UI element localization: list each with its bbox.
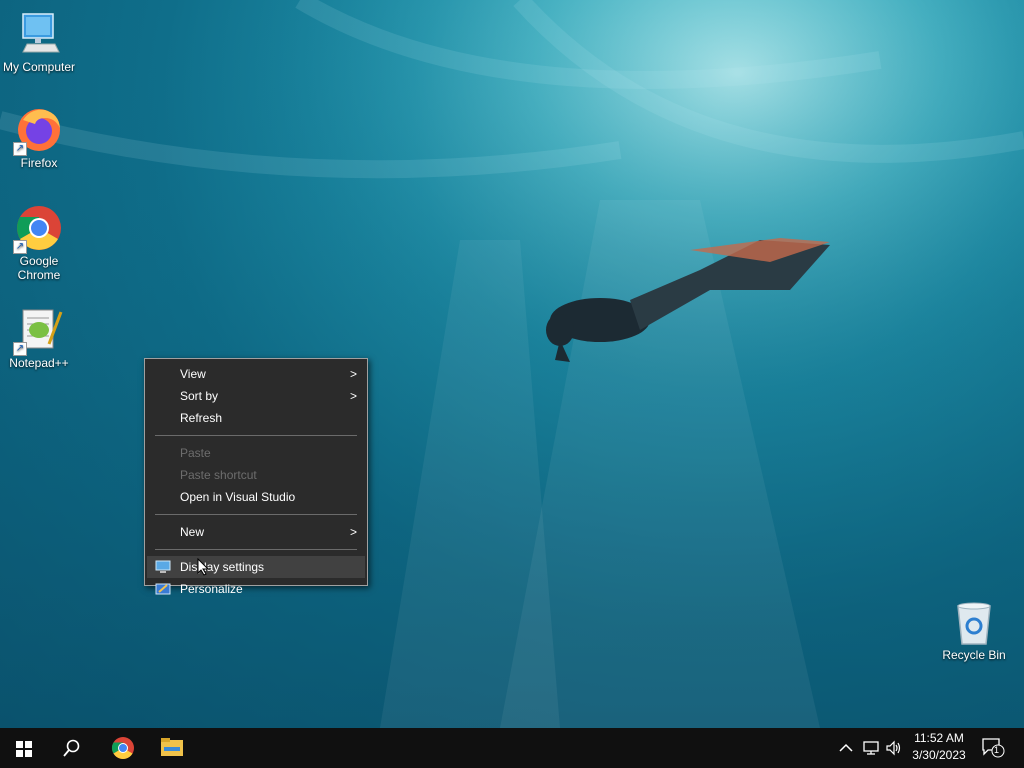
volume-button[interactable] (885, 739, 903, 757)
chevron-right-icon: > (349, 367, 357, 381)
search-button[interactable] (48, 728, 96, 768)
menu-item-label: Sort by (180, 389, 219, 403)
desktop-icon-google-chrome[interactable]: ↗ Google Chrome (1, 204, 77, 282)
notification-count: 1 (994, 745, 1000, 755)
network-button[interactable] (862, 739, 880, 757)
taskbar-clock[interactable]: 11:52 AM 3/30/2023 (906, 730, 972, 764)
taskbar-chrome-button[interactable] (98, 728, 146, 768)
desktop-context-menu: View > Sort by > Refresh Paste Paste sho… (144, 358, 368, 596)
personalize-icon (155, 583, 171, 595)
chrome-icon: ↗ (13, 204, 63, 254)
menu-separator (155, 514, 357, 515)
chevron-right-icon: > (349, 525, 357, 539)
menu-item-paste-shortcut[interactable]: Paste shortcut (147, 464, 365, 486)
desktop-icon-notepadpp[interactable]: ↗ Notepad++ (1, 306, 77, 370)
chrome-icon (112, 737, 134, 759)
file-explorer-icon (161, 738, 183, 756)
menu-item-label: Personalize (180, 582, 243, 596)
desktop-icon-label: Google Chrome (17, 254, 61, 282)
menu-item-view[interactable]: View > (147, 363, 365, 385)
menu-item-label: Refresh (180, 411, 223, 425)
action-center-button[interactable]: 1 (980, 736, 1006, 760)
menu-item-refresh[interactable]: Refresh (147, 407, 365, 429)
menu-item-label: Open in Visual Studio (180, 490, 296, 504)
computer-icon (15, 10, 63, 58)
clock-time: 11:52 AM (914, 731, 964, 745)
menu-item-sort-by[interactable]: Sort by > (147, 385, 365, 407)
desktop-icon-my-computer[interactable]: My Computer (1, 10, 77, 74)
notification-icon (982, 738, 1005, 758)
menu-separator (155, 549, 357, 550)
menu-item-open-in-visual-studio[interactable]: Open in Visual Studio (147, 486, 365, 508)
chevron-right-icon: > (349, 389, 357, 403)
taskbar-file-explorer-button[interactable] (148, 728, 196, 768)
menu-separator (155, 435, 357, 436)
menu-item-label: Paste (180, 446, 211, 460)
clock-date: 3/30/2023 (912, 748, 966, 762)
show-hidden-icons-button[interactable] (838, 739, 854, 757)
shortcut-arrow-icon: ↗ (13, 240, 27, 254)
recycle-bin-icon (954, 602, 994, 646)
volume-icon (886, 740, 901, 756)
notepadpp-icon: ↗ (13, 306, 63, 356)
menu-item-label: Paste shortcut (180, 468, 257, 482)
menu-item-personalize[interactable]: Personalize (147, 578, 365, 600)
taskbar: 11:52 AM 3/30/2023 1 (0, 728, 1024, 768)
desktop-icon-label: Recycle Bin (942, 648, 1006, 662)
menu-item-label: View (180, 367, 206, 381)
network-icon (863, 741, 879, 755)
shortcut-arrow-icon: ↗ (13, 342, 27, 356)
start-button[interactable] (0, 728, 48, 768)
desktop-icon-label: Firefox (20, 156, 58, 170)
menu-item-label: Display settings (180, 560, 265, 574)
search-icon (63, 739, 80, 757)
menu-item-label: New (180, 525, 205, 539)
mouse-cursor-icon (197, 558, 209, 576)
chevron-up-icon (839, 743, 853, 752)
desktop-icon-recycle-bin[interactable]: Recycle Bin (936, 602, 1012, 662)
menu-item-paste[interactable]: Paste (147, 442, 365, 464)
desktop-icon-label: Notepad++ (9, 356, 69, 370)
desktop-icon-label: My Computer (2, 60, 76, 74)
display-settings-icon (155, 560, 171, 573)
start-icon (16, 741, 32, 757)
menu-item-display-settings[interactable]: Display settings (147, 556, 365, 578)
desktop-icon-firefox[interactable]: ↗ Firefox (1, 106, 77, 170)
firefox-icon: ↗ (13, 106, 63, 156)
menu-item-new[interactable]: New > (147, 521, 365, 543)
shortcut-arrow-icon: ↗ (13, 142, 27, 156)
